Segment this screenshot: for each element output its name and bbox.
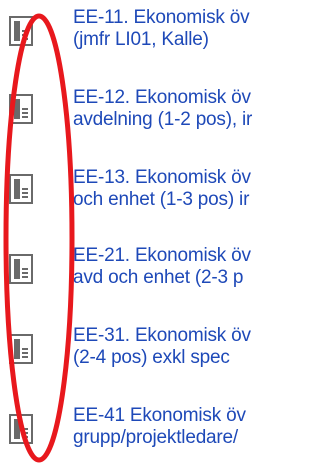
- report-title[interactable]: EE-13. Ekonomisk öv och enhet (1-3 pos) …: [73, 167, 331, 211]
- report-document-icon: [9, 334, 33, 364]
- report-item-ee-13[interactable]: EE-13. Ekonomisk öv och enhet (1-3 pos) …: [0, 160, 331, 224]
- report-list-page: EE-11. Ekonomisk öv (jmfr LI01, Kalle) E…: [0, 0, 331, 464]
- report-title-line-1: EE-31. Ekonomisk öv: [73, 325, 251, 346]
- report-title-line-1: EE-12. Ekonomisk öv: [73, 87, 251, 108]
- report-title-line-2: och enhet (1-3 pos) ir: [73, 189, 250, 210]
- report-document-icon: [9, 16, 33, 46]
- report-title-line-1: EE-13. Ekonomisk öv: [73, 167, 251, 188]
- report-title-line-2: (jmfr LI01, Kalle): [73, 29, 209, 50]
- report-document-icon: [9, 254, 33, 284]
- report-item-ee-12[interactable]: EE-12. Ekonomisk öv avdelning (1-2 pos),…: [0, 80, 331, 144]
- report-document-icon: [9, 174, 33, 204]
- report-title-line-1: EE-11. Ekonomisk öv: [73, 7, 250, 28]
- report-title[interactable]: EE-31. Ekonomisk öv (2-4 pos) exkl spec: [73, 325, 331, 369]
- report-title[interactable]: EE-21. Ekonomisk öv avd och enhet (2-3 p: [73, 245, 331, 289]
- report-title[interactable]: EE-11. Ekonomisk öv (jmfr LI01, Kalle): [73, 7, 331, 51]
- report-item-ee-41[interactable]: EE-41 Ekonomisk öv grupp/projektledare/: [0, 398, 331, 462]
- report-title-line-2: avd och enhet (2-3 p: [73, 267, 244, 288]
- report-title-line-1: EE-21. Ekonomisk öv: [73, 245, 251, 266]
- report-title[interactable]: EE-41 Ekonomisk öv grupp/projektledare/: [73, 405, 331, 449]
- report-title-line-2: grupp/projektledare/: [73, 427, 238, 448]
- report-document-icon: [9, 414, 33, 444]
- report-item-ee-21[interactable]: EE-21. Ekonomisk öv avd och enhet (2-3 p: [0, 238, 331, 302]
- annotation-ellipse: [3, 13, 75, 463]
- report-title-line-2: avdelning (1-2 pos), ir: [73, 109, 253, 130]
- report-title-line-1: EE-41 Ekonomisk öv: [73, 405, 246, 426]
- report-item-ee-11[interactable]: EE-11. Ekonomisk öv (jmfr LI01, Kalle): [0, 0, 331, 64]
- report-title[interactable]: EE-12. Ekonomisk öv avdelning (1-2 pos),…: [73, 87, 331, 131]
- report-item-ee-31[interactable]: EE-31. Ekonomisk öv (2-4 pos) exkl spec: [0, 318, 331, 382]
- report-title-line-2: (2-4 pos) exkl spec: [73, 347, 230, 368]
- report-document-icon: [9, 94, 33, 124]
